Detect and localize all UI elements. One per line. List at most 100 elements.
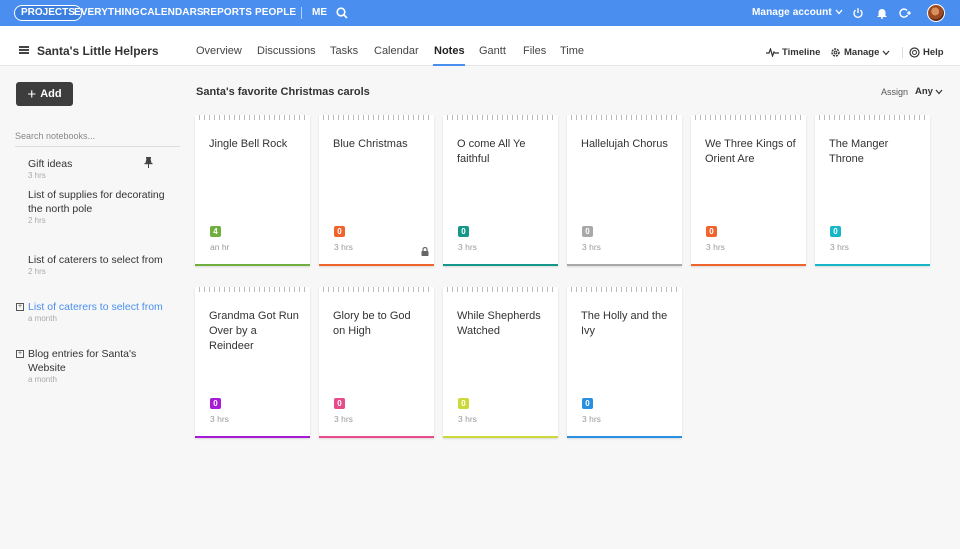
bell-icon[interactable] <box>874 5 890 21</box>
note-title: While Shepherds Watched <box>457 310 541 337</box>
note-card[interactable]: Jingle Bell Rock 4 an hr <box>195 115 310 266</box>
add-notebook-button[interactable]: + Add <box>16 82 73 106</box>
avatar[interactable] <box>927 4 945 22</box>
note-card[interactable]: Blue Christmas 0 3 hrs <box>319 115 434 266</box>
comment-count-badge: 0 <box>458 226 469 237</box>
note-title: Jingle Bell Rock <box>209 138 288 150</box>
note-time: 3 hrs <box>210 414 229 424</box>
note-title: The Manger Throne <box>829 138 889 165</box>
comment-count-badge: 0 <box>582 226 593 237</box>
tab-time[interactable]: Time <box>560 45 584 57</box>
spiral-binding <box>323 115 430 120</box>
note-title: Grandma Got Run Over by a Reindeer <box>209 310 299 352</box>
nav-divider <box>301 7 302 19</box>
comment-count-badge: 0 <box>334 226 345 237</box>
lock-icon <box>421 243 429 261</box>
note-time: 3 hrs <box>458 242 477 252</box>
tab-overview[interactable]: Overview <box>196 45 242 57</box>
note-time: an hr <box>210 242 230 252</box>
tab-calendar[interactable]: Calendar <box>374 45 419 57</box>
note-card[interactable]: Hallelujah Chorus 0 3 hrs <box>567 115 682 266</box>
manage-account-label: Manage account <box>752 7 832 18</box>
nav-people[interactable]: PEOPLE <box>255 7 296 18</box>
note-title: O come All Ye faithful <box>457 138 526 165</box>
spiral-binding <box>571 115 678 120</box>
notebook-time: a month <box>28 314 57 323</box>
help-label: Help <box>923 47 944 58</box>
timeline-label: Timeline <box>782 47 821 58</box>
project-title[interactable]: Santa's Little Helpers <box>37 44 159 58</box>
nav-projects[interactable]: PROJECTS <box>14 5 82 21</box>
add-user-icon[interactable] <box>896 5 912 21</box>
notebook-time: a month <box>28 375 57 384</box>
comment-count-badge: 0 <box>210 398 221 409</box>
notebook-title: List of caterers to select from <box>28 301 163 313</box>
top-nav-bar: PROJECTS EVERYTHING CALENDARS REPORTS PE… <box>0 0 960 26</box>
note-card[interactable]: We Three Kings of Orient Are 0 3 hrs <box>691 115 806 266</box>
manage-menu[interactable]: Manage <box>830 47 890 58</box>
tab-files[interactable]: Files <box>523 45 546 57</box>
timeline-button[interactable]: Timeline <box>766 47 820 58</box>
comment-count-badge: 4 <box>210 226 221 237</box>
assign-value: Any <box>915 86 933 97</box>
add-label: Add <box>40 88 62 100</box>
expand-icon[interactable]: + <box>16 303 24 311</box>
assign-filter-dropdown[interactable]: Any <box>915 86 943 97</box>
note-card[interactable]: Grandma Got Run Over by a Reindeer 0 3 hrs <box>195 287 310 438</box>
search-icon[interactable] <box>334 5 350 21</box>
note-title: Hallelujah Chorus <box>581 138 668 150</box>
notebook-item-blog[interactable]: Blog entries for Santa's Website a month <box>28 347 168 384</box>
note-card[interactable]: Glory be to God on High 0 3 hrs <box>319 287 434 438</box>
note-title: Glory be to God on High <box>333 310 411 337</box>
comment-count-badge: 0 <box>334 398 345 409</box>
tab-tasks[interactable]: Tasks <box>330 45 358 57</box>
spiral-binding <box>819 115 926 120</box>
note-time: 3 hrs <box>706 242 725 252</box>
notebook-title: Blog entries for Santa's Website <box>28 348 137 374</box>
hamburger-menu-icon[interactable] <box>19 46 29 54</box>
spiral-binding <box>447 287 554 292</box>
plus-icon: + <box>27 85 37 103</box>
gear-icon <box>831 48 840 57</box>
tab-gantt[interactable]: Gantt <box>479 45 506 57</box>
note-card[interactable]: While Shepherds Watched 0 3 hrs <box>443 287 558 438</box>
comment-count-badge: 0 <box>458 398 469 409</box>
manage-account-menu[interactable]: Manage account <box>752 7 843 18</box>
tab-notes[interactable]: Notes <box>434 45 465 57</box>
note-card[interactable]: The Manger Throne 0 3 hrs <box>815 115 930 266</box>
search-notebooks-input[interactable] <box>15 125 180 147</box>
spiral-binding <box>571 287 678 292</box>
notebook-item-caterers-selected[interactable]: List of caterers to select from a month <box>28 300 168 323</box>
spiral-binding <box>199 115 306 120</box>
notebook-title: List of caterers to select from <box>28 254 163 266</box>
notebook-item-caterers[interactable]: List of caterers to select from 2 hrs <box>28 253 168 276</box>
comment-count-badge: 0 <box>706 226 717 237</box>
note-time: 3 hrs <box>582 242 601 252</box>
chevron-down-icon <box>935 89 943 94</box>
chevron-down-icon <box>835 9 843 15</box>
notebook-item-supplies[interactable]: List of supplies for decorating the nort… <box>28 188 168 225</box>
nav-reports[interactable]: REPORTS <box>203 7 252 18</box>
nav-me[interactable]: ME <box>312 7 327 18</box>
spiral-binding <box>695 115 802 120</box>
notebook-time: 2 hrs <box>28 216 46 225</box>
note-card[interactable]: O come All Ye faithful 0 3 hrs <box>443 115 558 266</box>
note-time: 3 hrs <box>830 242 849 252</box>
project-header: Santa's Little Helpers Overview Discussi… <box>0 26 960 66</box>
notebook-heading: Santa's favorite Christmas carols <box>196 86 370 98</box>
active-tab-indicator <box>433 64 465 66</box>
nav-everything[interactable]: EVERYTHING <box>74 7 140 18</box>
note-title: We Three Kings of Orient Are <box>705 138 796 165</box>
note-title: The Holly and the Ivy <box>581 310 668 337</box>
assign-label: Assign <box>881 87 909 97</box>
nav-calendars[interactable]: CALENDARS <box>140 7 204 18</box>
expand-icon[interactable]: + <box>16 350 24 358</box>
note-time: 3 hrs <box>458 414 477 424</box>
pin-icon[interactable] <box>144 155 153 173</box>
tab-discussions[interactable]: Discussions <box>257 45 316 57</box>
pulse-icon <box>766 48 779 57</box>
help-button[interactable]: Help <box>902 47 944 58</box>
note-card[interactable]: The Holly and the Ivy 0 3 hrs <box>567 287 682 438</box>
power-icon[interactable] <box>850 5 866 21</box>
note-time: 3 hrs <box>334 242 353 252</box>
